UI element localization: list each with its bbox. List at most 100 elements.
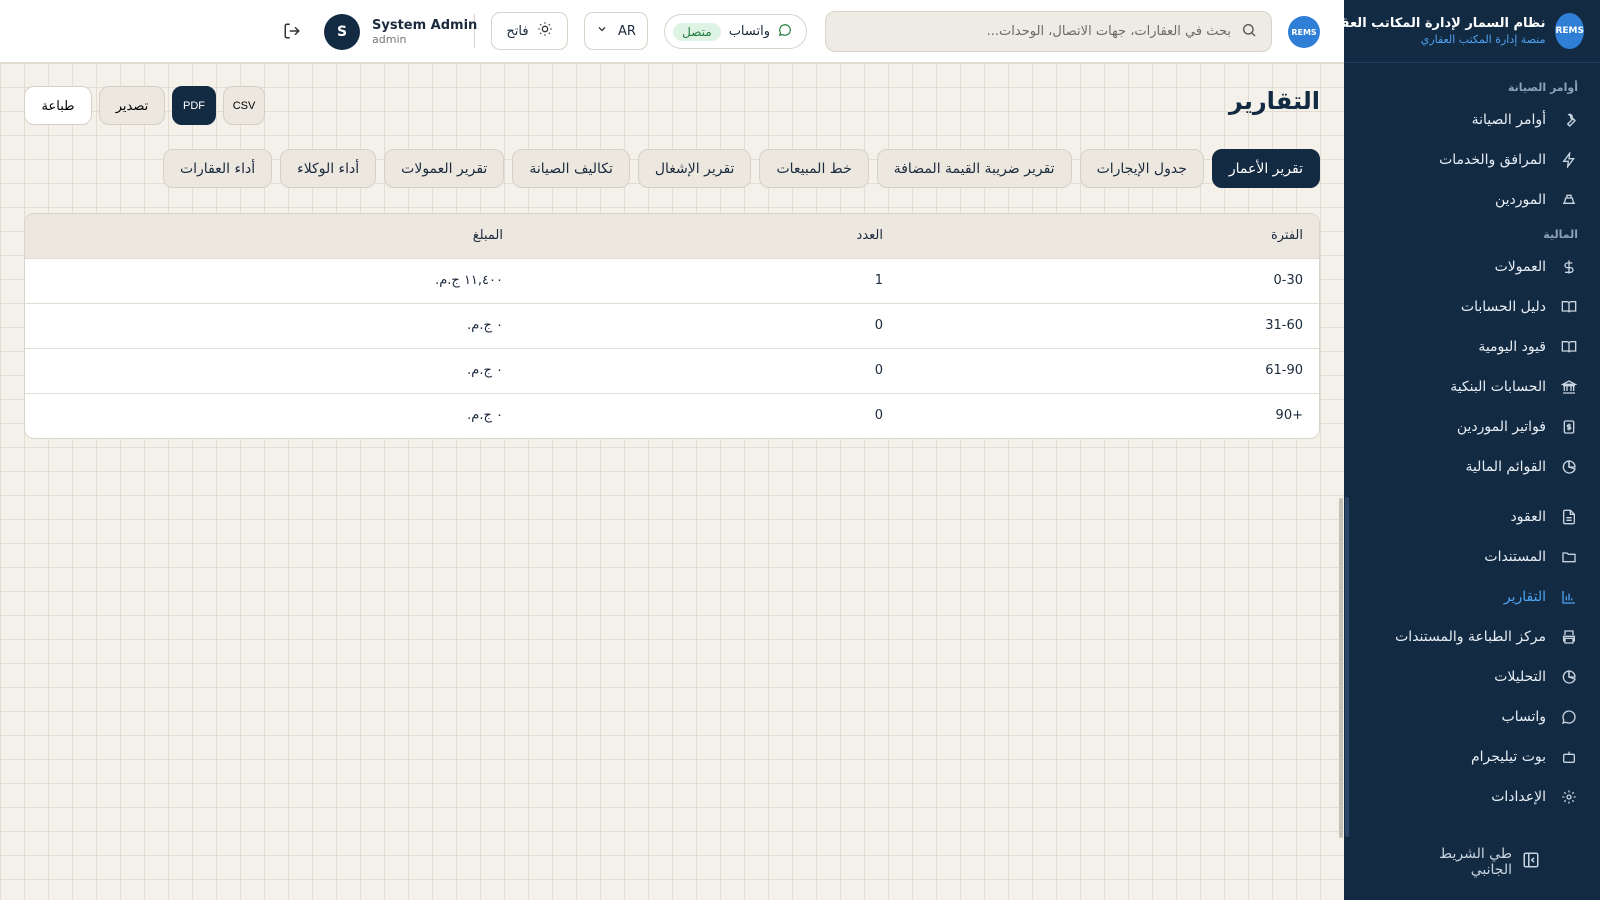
cell-period: 0-30 [899,257,1319,303]
status-badge: متصل [673,22,721,41]
theme-label: فاتح [506,23,529,39]
sidebar-item-bank-accounts[interactable]: الحسابات البنكية [1344,367,1600,407]
sidebar-item-maintenance-orders[interactable]: أوامر الصيانة [1344,100,1600,140]
sidebar-item-label: الحسابات البنكية [1450,379,1546,395]
search-input[interactable] [840,24,1231,39]
sun-icon [537,21,553,41]
sidebar-item-print-center[interactable]: مركز الطباعة والمستندات [1344,617,1600,657]
search-icon [1241,22,1257,42]
table-row: +90 0 ٠ ج.م. [25,392,1319,438]
pie-chart-icon [1560,668,1578,686]
sidebar-item-label: أوامر الصيانة [1471,112,1546,128]
column-header-amount: المبلغ [25,214,519,258]
chat-icon [778,23,792,41]
csv-button[interactable]: CSV [223,86,265,125]
export-button[interactable]: تصدير [99,86,165,125]
report-tabs: تقرير الأعمار جدول الإيجارات تقرير ضريبة… [162,149,1320,188]
collapse-icon [1522,851,1540,873]
file-icon [1560,508,1578,526]
sidebar-item-utilities[interactable]: المرافق والخدمات [1344,140,1600,180]
sidebar-item-label: المرافق والخدمات [1439,152,1546,168]
truck-icon [1560,191,1578,209]
language-value: AR [618,23,636,39]
cell-amount: ٠ ج.م. [25,347,519,393]
sidebar: REMS نظام السمار لإدارة المكاتب العقارية… [1315,0,1600,900]
pdf-button[interactable]: PDF [172,86,216,125]
whatsapp-label: واتساب [728,24,770,39]
sidebar-item-chart-of-accounts[interactable]: دليل الحسابات [1344,287,1600,327]
main-scrollbar[interactable] [1339,498,1343,838]
sidebar-item-label: التحليلات [1494,669,1546,685]
tab-maintenance-costs[interactable]: تكاليف الصيانة [512,149,630,188]
sidebar-item-telegram-bot[interactable]: بوت تيليجرام [1344,737,1600,777]
invoice-icon [1560,418,1578,436]
top-header: REMS واتساب متصل AR فاتح S System Admin … [0,0,1344,63]
sidebar-item-label: مركز الطباعة والمستندات [1395,629,1546,645]
tab-property-performance[interactable]: أداء العقارات [162,149,273,188]
logout-icon[interactable] [283,22,301,40]
bot-icon [1560,748,1578,766]
theme-toggle[interactable]: فاتح [491,12,568,50]
tab-aging-report[interactable]: تقرير الأعمار [1211,149,1320,188]
user-menu[interactable]: S System Admin admin [324,14,477,50]
whatsapp-status-pill[interactable]: واتساب متصل [664,14,807,49]
search-bar[interactable] [825,11,1272,52]
print-button[interactable]: طباعة [24,86,92,125]
tab-agent-performance[interactable]: أداء الوكلاء [280,149,377,188]
tab-sales-pipeline[interactable]: خط المبيعات [759,149,869,188]
cell-period: 31-60 [899,302,1319,348]
sidebar-nav: أوامر الصيانة أوامر الصيانة المرافق والخ… [1344,63,1600,827]
pie-chart-icon [1560,458,1578,476]
user-role: admin [372,33,407,46]
wrench-icon [1560,111,1578,129]
collapse-sidebar-button[interactable]: طي الشريط الجانبي [1344,846,1600,878]
column-header-period: الفترة [899,214,1319,258]
folder-icon [1560,548,1578,566]
sidebar-item-label: القوائم المالية [1465,459,1546,475]
cell-amount: ١١,٤٠٠ ج.م. [25,257,519,303]
nav-section-title: أوامر الصيانة [1507,81,1578,94]
book-icon [1560,298,1578,316]
sidebar-item-financial-statements[interactable]: القوائم المالية [1344,447,1600,487]
tab-rent-roll[interactable]: جدول الإيجارات [1079,149,1204,188]
lightning-icon [1560,151,1578,169]
chat-icon [1560,708,1578,726]
sidebar-item-label: فواتير الموردين [1456,419,1546,435]
sidebar-item-label: واتساب [1501,709,1546,725]
sidebar-scrollbar[interactable] [1345,497,1349,837]
sidebar-item-label: قيود اليومية [1478,339,1546,355]
sidebar-item-label: دليل الحسابات [1460,299,1546,315]
sidebar-item-reports[interactable]: التقارير [1344,577,1600,617]
sidebar-item-journal-entries[interactable]: قيود اليومية [1344,327,1600,367]
sidebar-item-label: العمولات [1494,259,1546,275]
sidebar-item-vendors[interactable]: الموردين [1344,180,1600,220]
sidebar-item-documents[interactable]: المستندات [1344,537,1600,577]
cell-amount: ٠ ج.م. [25,392,519,438]
brand-logo: REMS [1555,13,1584,49]
sidebar-item-label: الموردين [1494,192,1546,208]
tab-occupancy-report[interactable]: تقرير الإشغال [637,149,752,188]
sidebar-item-analytics[interactable]: التحليلات [1344,657,1600,697]
bank-icon [1560,378,1578,396]
book-icon [1560,338,1578,356]
cell-amount: ٠ ج.م. [25,302,519,348]
table-row: 31-60 0 ٠ ج.م. [25,302,1319,348]
tab-vat-report[interactable]: تقرير ضريبة القيمة المضافة [876,149,1072,188]
sidebar-item-label: الإعدادات [1491,789,1546,805]
tab-commissions-report[interactable]: تقرير العمولات [384,149,505,188]
sidebar-item-label: المستندات [1484,549,1546,565]
sidebar-item-label: التقارير [1503,589,1546,605]
cell-period: 61-90 [899,347,1319,393]
sidebar-item-whatsapp[interactable]: واتساب [1344,697,1600,737]
cell-count: 0 [519,392,899,438]
header-logo: REMS [1288,16,1320,48]
sidebar-item-vendor-invoices[interactable]: فواتير الموردين [1344,407,1600,447]
brand-subtitle: منصة إدارة المكتب العقاري [1420,33,1546,46]
user-name: System Admin [372,18,478,33]
language-select[interactable]: AR [584,12,648,50]
sidebar-item-commissions[interactable]: العمولات [1344,247,1600,287]
sidebar-item-settings[interactable]: الإعدادات [1344,777,1600,817]
sidebar-item-contracts[interactable]: العقود [1344,497,1600,537]
nav-section-title: المالية [1543,228,1578,241]
dollar-icon [1560,258,1578,276]
